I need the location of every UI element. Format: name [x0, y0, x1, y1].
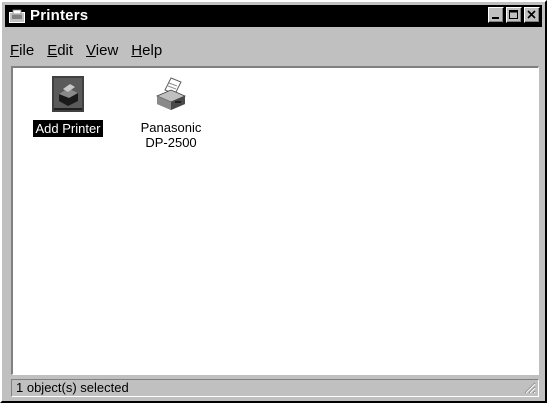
add-printer-icon [52, 76, 84, 112]
title-bar[interactable]: Printers [5, 5, 542, 27]
close-icon [527, 10, 536, 19]
maximize-button[interactable] [506, 7, 522, 23]
window-controls [486, 7, 540, 23]
add-printer-item[interactable]: Add Printer [29, 74, 107, 137]
close-button[interactable] [524, 7, 540, 23]
menu-edit[interactable]: Edit [47, 42, 73, 59]
maximize-icon [509, 10, 518, 19]
status-text: 1 object(s) selected [16, 380, 129, 395]
printer-icon [155, 77, 187, 110]
menu-help[interactable]: Help [131, 42, 162, 59]
status-bar: 1 object(s) selected [11, 379, 539, 397]
panasonic-printer-item[interactable]: Panasonic DP-2500 [131, 74, 211, 150]
add-printer-label: Add Printer [33, 120, 103, 137]
menu-file[interactable]: File [10, 42, 34, 59]
minimize-icon [492, 17, 499, 19]
menu-view[interactable]: View [86, 42, 118, 59]
printers-window: Printers File Edit View Help Add Printer… [0, 0, 547, 403]
window-title: Printers [30, 7, 89, 24]
panasonic-printer-label: Panasonic DP-2500 [140, 120, 202, 150]
minimize-button[interactable] [488, 7, 504, 23]
menu-bar: File Edit View Help [5, 40, 170, 60]
icon-view[interactable]: Add Printer Panasonic DP-2500 [11, 66, 539, 375]
resize-grip-icon[interactable] [524, 382, 536, 394]
printers-folder-icon[interactable] [8, 8, 26, 24]
